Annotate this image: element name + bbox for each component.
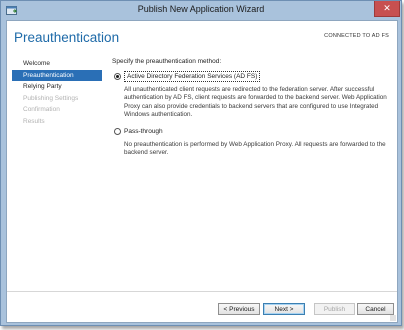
wizard-window: Publish New Application Wizard ✕ Preauth… <box>0 0 402 326</box>
adfs-description: All unauthenticated client requests are … <box>124 86 387 119</box>
option-adfs[interactable]: Active Directory Federation Services (AD… <box>112 71 390 82</box>
step-relying-party[interactable]: Relying Party <box>12 81 102 93</box>
publish-button: Publish <box>314 303 355 315</box>
step-confirmation: Confirmation <box>23 106 60 113</box>
step-results: Results <box>23 117 45 125</box>
step-welcome[interactable]: Welcome <box>12 58 102 70</box>
resize-grip[interactable] <box>390 315 396 321</box>
pass-through-radio-label[interactable]: Pass-through <box>124 126 163 137</box>
step-publishing-settings: Publishing Settings <box>23 94 79 102</box>
window-title: Publish New Application Wizard <box>137 4 265 14</box>
step-preauthentication[interactable]: Preauthentication <box>12 69 102 81</box>
option-pass-through[interactable]: Pass-through <box>112 126 390 137</box>
footer-divider <box>7 291 397 292</box>
title-bar[interactable]: Publish New Application Wizard ✕ <box>1 1 401 20</box>
adfs-radio[interactable] <box>114 73 121 80</box>
content-panel: Specify the preauthentication method: Ac… <box>112 58 390 157</box>
pass-through-radio[interactable] <box>114 127 121 135</box>
page-title: Preauthentication <box>14 30 120 45</box>
wizard-steps-nav: Welcome Preauthentication Relying Party … <box>12 58 102 127</box>
adfs-radio-label[interactable]: Active Directory Federation Services (AD… <box>124 71 261 82</box>
close-icon: ✕ <box>383 3 391 13</box>
cancel-button[interactable]: Cancel <box>357 303 394 315</box>
previous-button[interactable]: < Previous <box>218 303 260 315</box>
connection-status: CONNECTED TO AD FS <box>324 33 389 39</box>
next-button[interactable]: Next > <box>263 303 305 315</box>
pass-through-description: No preauthentication is performed by Web… <box>124 140 386 157</box>
method-prompt: Specify the preauthentication method: <box>112 58 222 65</box>
wizard-body: Preauthentication CONNECTED TO AD FS Wel… <box>6 20 398 323</box>
close-button[interactable]: ✕ <box>374 1 400 17</box>
